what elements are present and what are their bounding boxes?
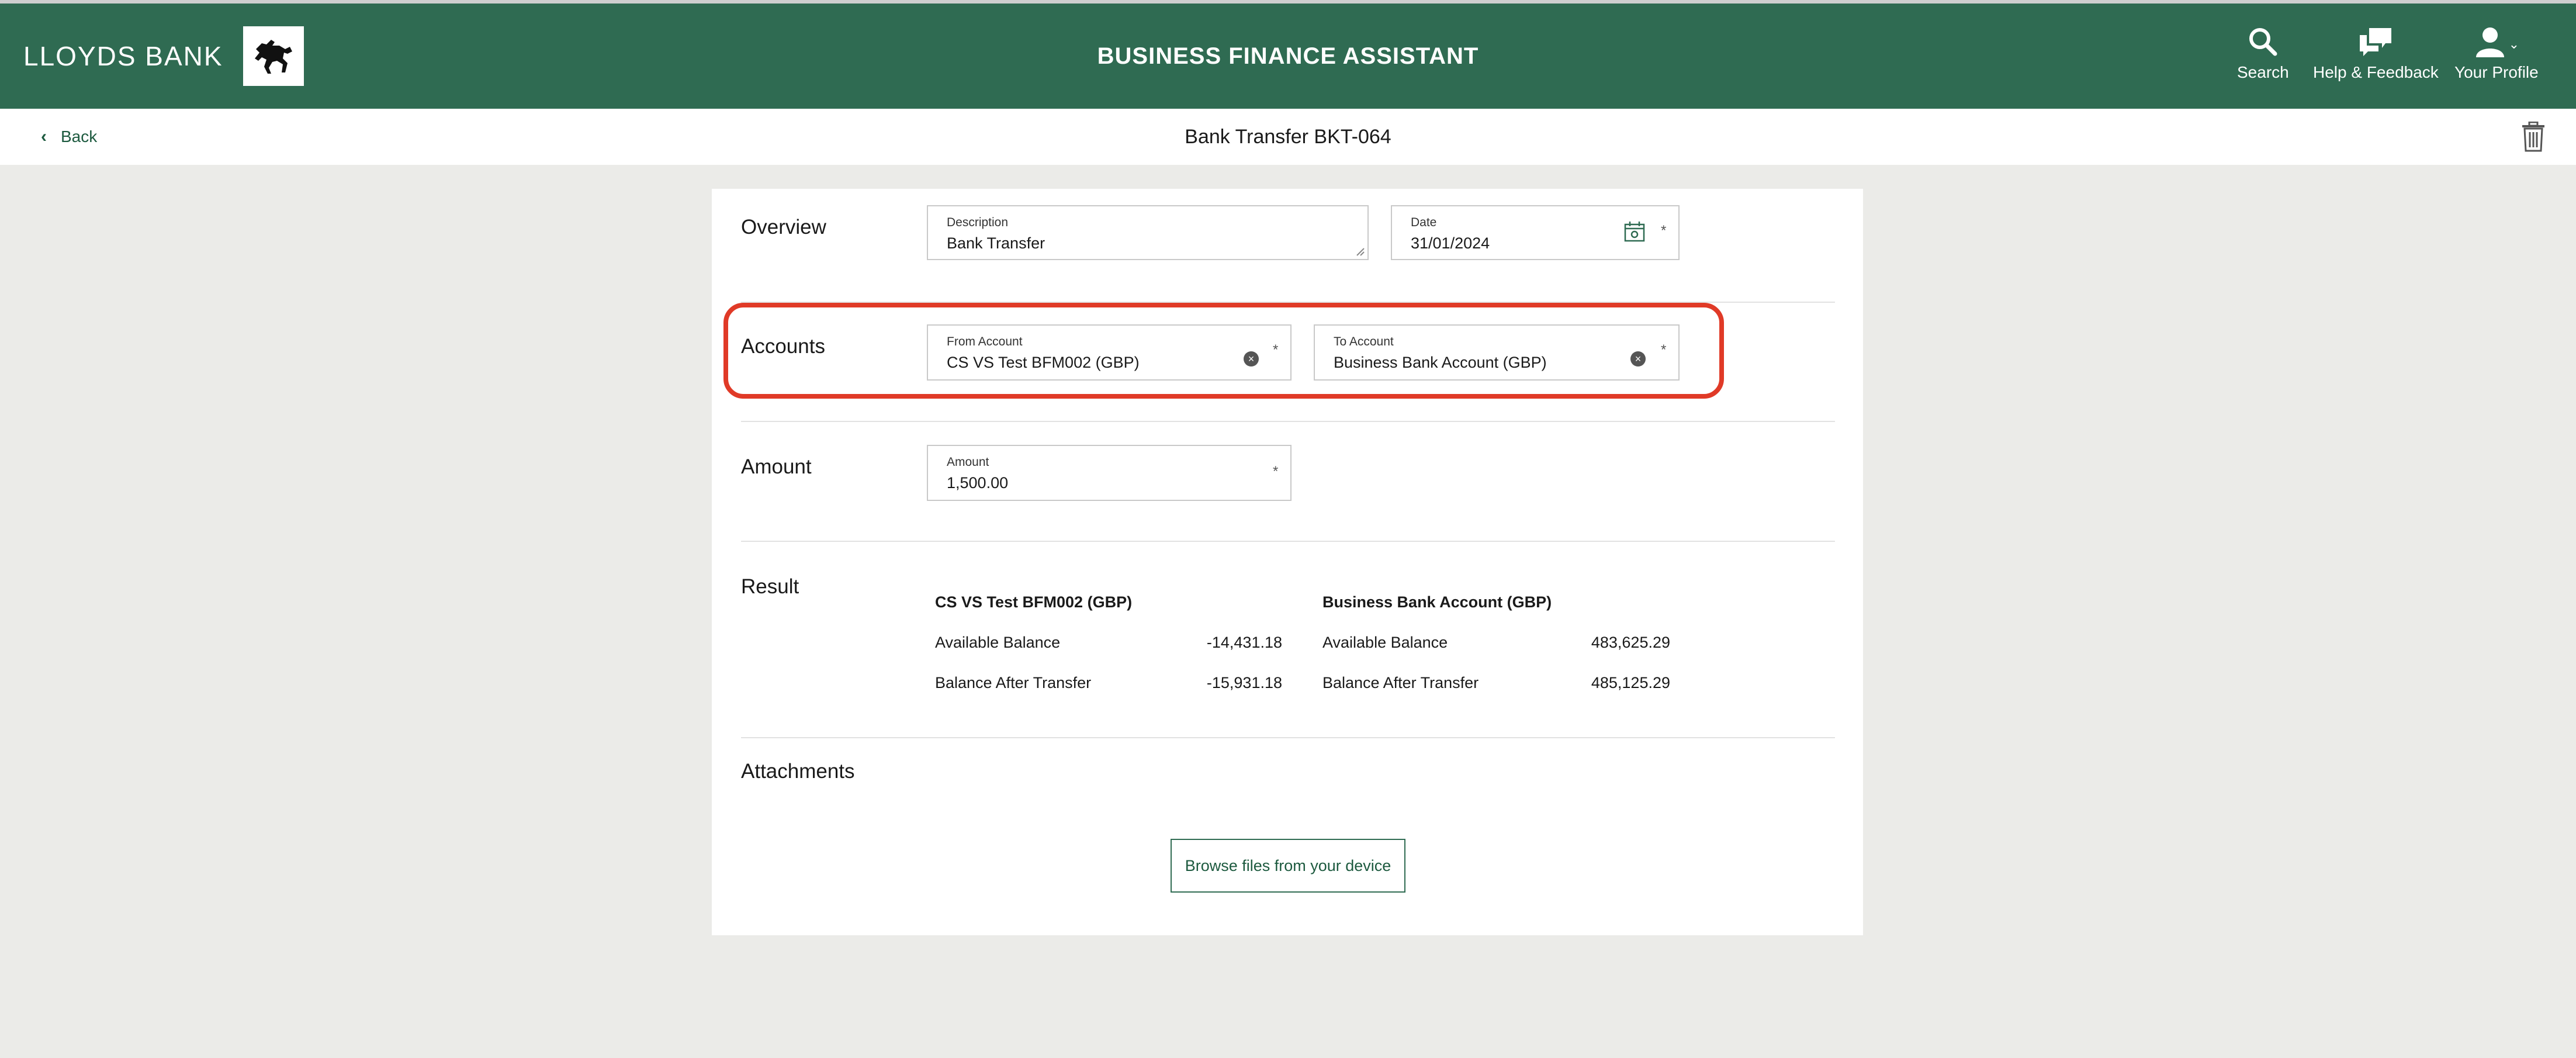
section-divider: [741, 541, 1835, 542]
chevron-down-icon: ⌄: [2508, 37, 2520, 51]
description-field[interactable]: Description Bank Transfer: [927, 205, 1369, 260]
description-label: Description: [947, 216, 1009, 229]
from-account-label: From Account: [947, 335, 1023, 348]
to-account-field[interactable]: To Account Business Bank Account (GBP) ×…: [1314, 324, 1680, 381]
from-account-field[interactable]: From Account CS VS Test BFM002 (GBP) × *: [927, 324, 1292, 381]
from-account-required-mark: *: [1273, 342, 1279, 358]
result-from-available-value: -14,431.18: [1206, 634, 1282, 651]
to-account-required-mark: *: [1661, 342, 1667, 358]
delete-button[interactable]: [2520, 121, 2547, 152]
result-to-after-value: 485,125.29: [1591, 674, 1670, 691]
result-from-account-name: CS VS Test BFM002 (GBP): [935, 593, 1133, 611]
page-title: Bank Transfer BKT-064: [1185, 125, 1391, 148]
app-title: BUSINESS FINANCE ASSISTANT: [1097, 43, 1479, 69]
result-to-available-value: 483,625.29: [1591, 634, 1670, 651]
amount-label: Amount: [947, 455, 989, 469]
result-to-account-name: Business Bank Account (GBP): [1322, 593, 1552, 611]
help-feedback-button[interactable]: Help & Feedback: [2313, 26, 2439, 82]
calendar-icon[interactable]: [1623, 220, 1646, 243]
clear-from-account-icon[interactable]: ×: [1244, 351, 1259, 367]
date-field[interactable]: Date 31/01/2024 *: [1391, 205, 1680, 260]
section-divider: [741, 737, 1835, 738]
app-header: LLOYDS BANK BUSINESS FINANCE ASSISTANT S…: [0, 4, 2576, 109]
search-label: Search: [2237, 63, 2289, 81]
result-from-available-label: Available Balance: [935, 634, 1061, 651]
amount-value: 1,500.00: [947, 474, 1009, 492]
result-heading: Result: [741, 575, 799, 598]
to-account-value: Business Bank Account (GBP): [1334, 354, 1547, 371]
overview-heading: Overview: [741, 216, 826, 238]
your-profile-button[interactable]: ⌄ Your Profile: [2454, 26, 2539, 82]
date-label: Date: [1411, 216, 1437, 229]
clear-to-account-icon[interactable]: ×: [1630, 351, 1646, 367]
date-required-mark: *: [1661, 223, 1667, 238]
attachments-heading: Attachments: [741, 760, 855, 783]
section-divider: [741, 302, 1835, 303]
amount-heading: Amount: [741, 455, 812, 478]
date-value: 31/01/2024: [1411, 234, 1490, 252]
help-feedback-label: Help & Feedback: [2313, 63, 2439, 81]
amount-field[interactable]: Amount 1,500.00 *: [927, 445, 1292, 501]
search-icon: [2249, 28, 2277, 56]
accounts-heading: Accounts: [741, 335, 825, 358]
your-profile-label: Your Profile: [2454, 63, 2539, 81]
chat-bubbles-icon: [2360, 28, 2392, 56]
result-from-after-label: Balance After Transfer: [935, 674, 1092, 691]
from-account-value: CS VS Test BFM002 (GBP): [947, 354, 1140, 371]
result-to-after-label: Balance After Transfer: [1322, 674, 1479, 691]
result-from-after-value: -15,931.18: [1206, 674, 1282, 691]
user-icon: [2475, 27, 2504, 57]
trash-icon: [2522, 121, 2544, 152]
amount-required-mark: *: [1273, 464, 1279, 479]
resize-handle-icon[interactable]: [1356, 247, 1365, 257]
browse-files-button[interactable]: Browse files from your device: [1171, 839, 1405, 893]
result-to-available-label: Available Balance: [1322, 634, 1448, 651]
description-value: Bank Transfer: [947, 234, 1045, 252]
to-account-label: To Account: [1334, 335, 1394, 348]
search-button[interactable]: Search: [2237, 26, 2289, 82]
page-subheader: ‹ Back Bank Transfer BKT-064: [0, 109, 2576, 165]
transfer-form-card: Overview Description Bank Transfer Date …: [712, 189, 1863, 935]
section-divider: [741, 421, 1835, 422]
